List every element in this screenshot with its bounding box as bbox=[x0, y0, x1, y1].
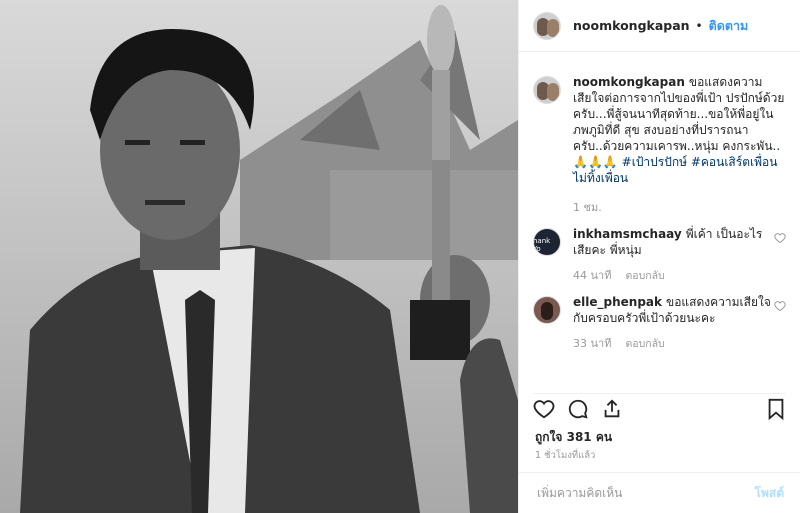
follow-button[interactable]: ติดตาม bbox=[709, 16, 749, 36]
comment-body: elle_phenpak ขอแสดงความเสียใจกับครอบครัวพ… bbox=[573, 294, 774, 352]
caption-row: noomkongkapan ขอแสดงความเสียใจต่อการจากไป… bbox=[533, 74, 786, 186]
like-comment-icon[interactable] bbox=[774, 232, 786, 244]
comment-username[interactable]: inkhamsmchaay bbox=[573, 227, 682, 241]
comment-row: hank Yo inkhamsmchaay พี่เค้า เป็นอะไรเสี… bbox=[533, 226, 786, 284]
likes-count[interactable]: ถูกใจ 381 คน bbox=[535, 428, 612, 447]
like-icon[interactable] bbox=[533, 398, 555, 420]
post-sidebar: noomkongkapan • ติดตาม noomkongkapan ขอแส… bbox=[518, 0, 800, 513]
comment-time[interactable]: 33 นาที bbox=[573, 336, 611, 352]
comment-meta: 44 นาที ตอบกลับ bbox=[573, 268, 774, 284]
comment-row: elle_phenpak ขอแสดงความเสียใจกับครอบครัวพ… bbox=[533, 294, 786, 352]
comment-avatar[interactable] bbox=[533, 296, 561, 324]
instagram-post: noomkongkapan • ติดตาม noomkongkapan ขอแส… bbox=[0, 0, 800, 513]
caption-username[interactable]: noomkongkapan bbox=[573, 75, 685, 89]
comment-time[interactable]: 44 นาที bbox=[573, 268, 611, 284]
post-photo[interactable] bbox=[0, 0, 518, 513]
caption-avatar[interactable] bbox=[533, 76, 561, 104]
post-header: noomkongkapan • ติดตาม bbox=[519, 0, 800, 52]
comment-avatar[interactable]: hank Yo bbox=[533, 228, 561, 256]
like-comment-icon[interactable] bbox=[774, 300, 786, 312]
comment-input[interactable] bbox=[535, 485, 755, 501]
post-time-ago[interactable]: 1 ชั่วโมงที่แล้ว bbox=[535, 448, 595, 463]
author-avatar[interactable] bbox=[533, 11, 561, 40]
caption-emoji: 🙏🙏🙏 bbox=[573, 155, 618, 169]
separator-dot: • bbox=[695, 18, 703, 33]
save-bookmark-icon[interactable] bbox=[766, 398, 786, 420]
reply-button[interactable]: ตอบกลับ bbox=[625, 268, 664, 284]
share-icon[interactable] bbox=[601, 398, 623, 420]
comments-list[interactable]: noomkongkapan ขอแสดงความเสียใจต่อการจากไป… bbox=[519, 60, 800, 360]
caption-body: noomkongkapan ขอแสดงความเสียใจต่อการจากไป… bbox=[573, 74, 786, 186]
post-photo-image bbox=[0, 0, 518, 513]
post-comment-button[interactable]: โพสต์ bbox=[755, 484, 784, 503]
comment-meta: 33 นาที ตอบกลับ bbox=[573, 336, 774, 352]
caption-time[interactable]: 1 ชม. bbox=[573, 198, 786, 216]
author-username[interactable]: noomkongkapan bbox=[573, 18, 690, 33]
comment-username[interactable]: elle_phenpak bbox=[573, 295, 662, 309]
reply-button[interactable]: ตอบกลับ bbox=[625, 336, 664, 352]
action-bar bbox=[533, 393, 786, 424]
comment-icon[interactable] bbox=[567, 398, 589, 420]
comment-avatar-text: hank Yo bbox=[533, 237, 551, 253]
add-comment-bar: โพสต์ bbox=[519, 472, 800, 513]
comment-body: inkhamsmchaay พี่เค้า เป็นอะไรเสียคะ พี่ห… bbox=[573, 226, 774, 284]
